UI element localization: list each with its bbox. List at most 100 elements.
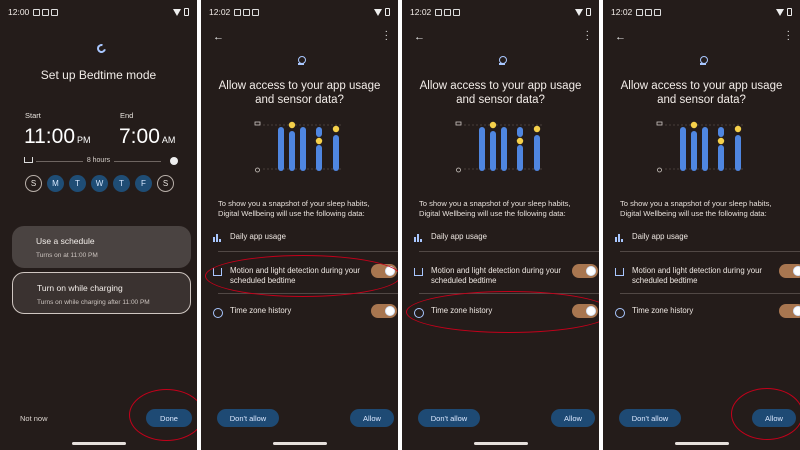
annotation-circle xyxy=(205,255,398,297)
divider xyxy=(218,251,398,252)
day-thursday[interactable]: T xyxy=(113,175,130,192)
status-time: 12:02 xyxy=(209,7,231,17)
back-arrow-icon[interactable]: ← xyxy=(615,31,626,43)
day-sunday[interactable]: S xyxy=(25,175,42,192)
youtube-icon xyxy=(444,8,452,16)
clock-icon xyxy=(615,308,625,318)
home-indicator[interactable] xyxy=(473,442,528,445)
more-vert-icon[interactable]: · · · xyxy=(586,27,589,45)
day-wednesday[interactable]: W xyxy=(91,175,108,192)
cast-icon xyxy=(252,8,260,16)
page-title: Set up Bedtime mode xyxy=(40,68,157,82)
toggle-knob xyxy=(793,306,800,316)
allow-button[interactable]: Allow xyxy=(350,409,394,427)
timezone-row[interactable]: Time zone history xyxy=(615,306,800,318)
sleep-illustration xyxy=(455,121,544,173)
start-time[interactable]: 11:00 PM xyxy=(24,125,91,149)
permission-screen-2: 12:02 ← · · · Allow access to your app usa… xyxy=(402,0,599,450)
allow-button[interactable]: Allow xyxy=(551,409,595,427)
back-arrow-icon[interactable]: ← xyxy=(414,31,425,43)
back-arrow-icon[interactable]: ← xyxy=(213,31,224,43)
divider xyxy=(620,251,800,252)
status-time: 12:02 xyxy=(410,7,432,17)
sleep-illustration xyxy=(656,121,745,173)
sun-icon xyxy=(170,157,178,165)
annotation-circle xyxy=(731,388,800,440)
permission-title: Allow access to your app usage and senso… xyxy=(218,80,381,106)
app-usage-label: Daily app usage xyxy=(632,232,688,241)
notification-icon xyxy=(33,8,41,16)
start-label: Start xyxy=(25,111,41,120)
duration-label: 8 hours xyxy=(0,157,197,164)
home-indicator[interactable] xyxy=(71,442,126,445)
sleep-illustration xyxy=(254,121,343,173)
day-monday[interactable]: M xyxy=(47,175,64,192)
status-bar: 12:00 xyxy=(8,6,189,18)
toggle-knob xyxy=(793,266,800,276)
status-time: 12:00 xyxy=(8,7,30,17)
permission-screen-3: 12:02 ← · · · Allow access to your app usa… xyxy=(603,0,800,450)
sleep-pin-icon xyxy=(498,56,507,67)
wifi-icon xyxy=(173,8,181,16)
permission-description: To show you a snapshot of your sleep hab… xyxy=(620,199,772,218)
youtube-icon xyxy=(243,8,251,16)
bar-chart-icon xyxy=(615,234,624,242)
use-schedule-option[interactable]: Use a schedule Turns on at 11:00 PM xyxy=(12,226,191,268)
timezone-label: Time zone history xyxy=(230,306,292,315)
end-time-value: 7:00 xyxy=(119,125,160,148)
home-indicator[interactable] xyxy=(674,442,729,445)
motion-row[interactable]: Motion and light detection during your s… xyxy=(615,266,800,288)
more-vert-icon[interactable]: · · · xyxy=(385,27,388,45)
dont-allow-button[interactable]: Don't allow xyxy=(217,409,279,427)
bed-icon xyxy=(615,268,624,276)
clock-icon xyxy=(213,308,223,318)
notification-icon xyxy=(435,8,443,16)
day-tuesday[interactable]: T xyxy=(69,175,86,192)
home-indicator[interactable] xyxy=(272,442,327,445)
day-friday[interactable]: F xyxy=(135,175,152,192)
cast-icon xyxy=(654,8,662,16)
divider xyxy=(419,251,599,252)
toggle-knob xyxy=(385,306,395,316)
use-schedule-subtitle: Turns on at 11:00 PM xyxy=(36,252,98,259)
duration-text: 8 hours xyxy=(82,157,115,164)
day-saturday[interactable]: S xyxy=(157,175,174,192)
more-vert-icon[interactable]: · · · xyxy=(787,27,790,45)
moon-icon xyxy=(95,42,108,55)
timezone-toggle[interactable] xyxy=(371,304,397,318)
end-ampm: AM xyxy=(161,135,176,145)
end-time[interactable]: 7:00 AM xyxy=(119,125,175,149)
battery-icon xyxy=(184,8,189,16)
wifi-icon xyxy=(374,8,382,16)
app-usage-row: Daily app usage xyxy=(213,232,398,244)
cast-icon xyxy=(51,8,59,16)
charging-subtitle: Turns on while charging after 11:00 PM xyxy=(37,299,150,306)
not-now-button[interactable]: Not now xyxy=(20,414,48,423)
dont-allow-button[interactable]: Don't allow xyxy=(418,409,480,427)
battery-icon xyxy=(385,8,390,16)
annotation-circle xyxy=(406,291,599,333)
permission-title: Allow access to your app usage and senso… xyxy=(620,80,783,106)
wifi-icon xyxy=(575,8,583,16)
notification-icon xyxy=(234,8,242,16)
status-bar: 12:02 xyxy=(410,6,591,18)
toggle-knob xyxy=(586,266,596,276)
bar-chart-icon xyxy=(414,234,423,242)
motion-label: Motion and light detection during your s… xyxy=(632,266,763,285)
start-time-value: 11:00 xyxy=(24,125,75,148)
permission-description: To show you a snapshot of your sleep hab… xyxy=(419,199,571,218)
day-selector: S M T W T F S xyxy=(25,175,174,192)
motion-toggle[interactable] xyxy=(779,264,800,278)
charging-option[interactable]: Turn on while charging Turns on while ch… xyxy=(12,272,191,314)
motion-toggle[interactable] xyxy=(572,264,598,278)
permission-title: Allow access to your app usage and senso… xyxy=(419,80,582,106)
status-time: 12:02 xyxy=(611,7,633,17)
timezone-label: Time zone history xyxy=(632,306,694,315)
app-usage-label: Daily app usage xyxy=(230,232,286,241)
motion-label: Motion and light detection during your s… xyxy=(431,266,562,285)
timezone-toggle[interactable] xyxy=(779,304,800,318)
status-bar: 12:02 xyxy=(209,6,390,18)
battery-icon xyxy=(787,8,792,16)
app-usage-row: Daily app usage xyxy=(615,232,800,244)
dont-allow-button[interactable]: Don't allow xyxy=(619,409,681,427)
